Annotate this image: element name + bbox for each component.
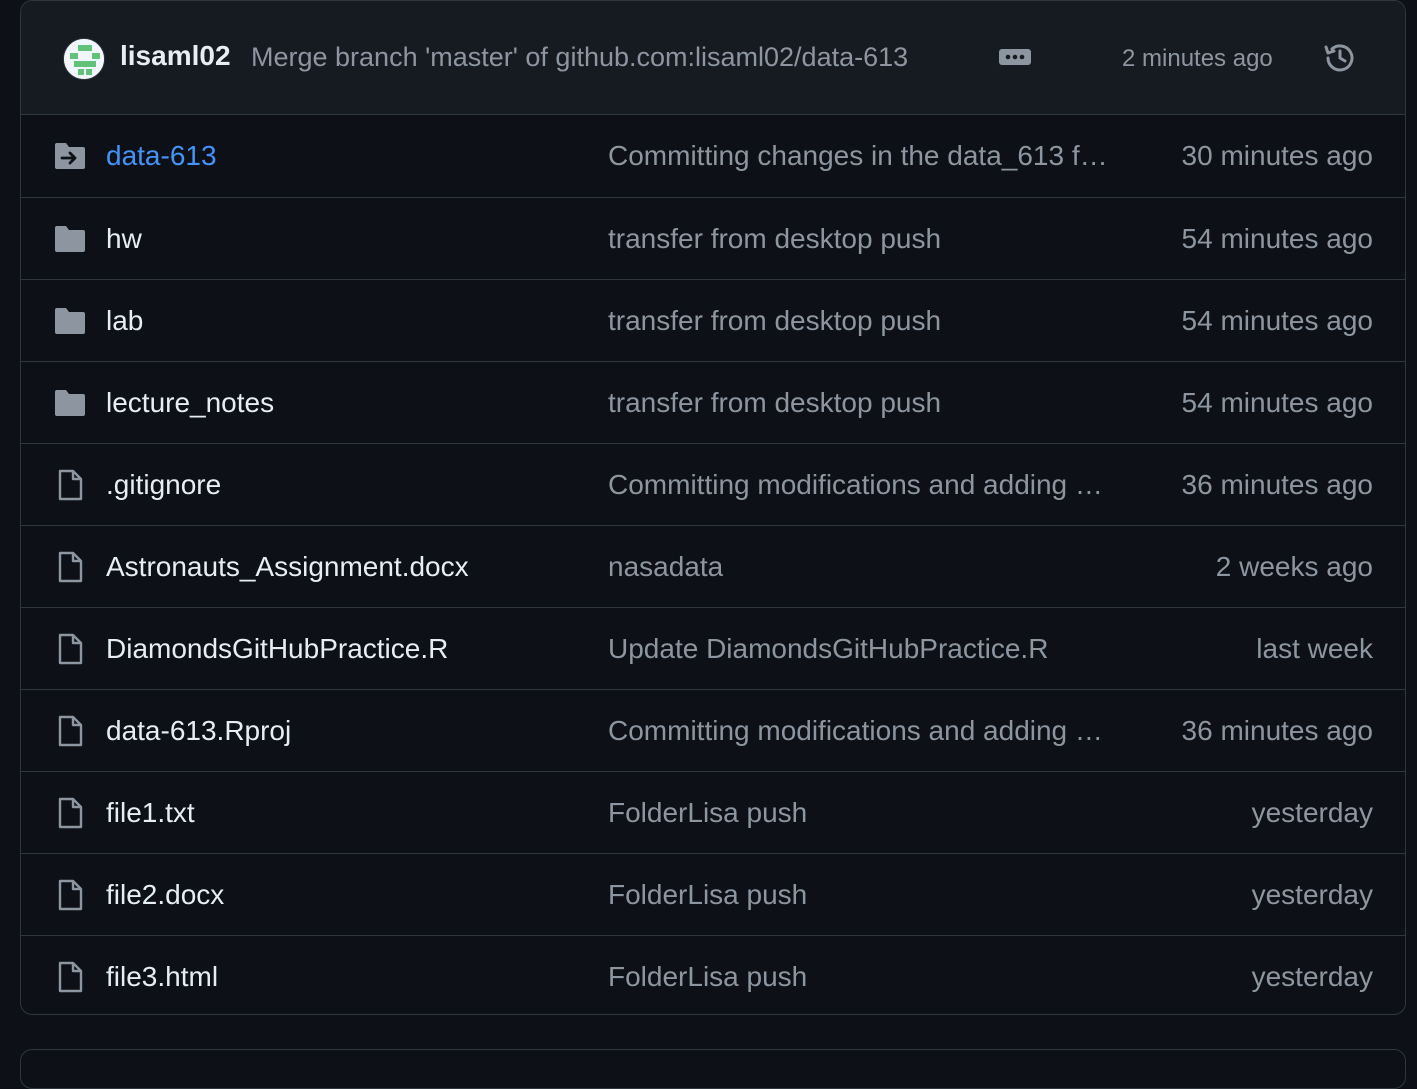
file-icon	[53, 632, 87, 666]
commit-message-link[interactable]: nasadata	[608, 551, 723, 583]
file-name-link[interactable]: file2.docx	[106, 879, 224, 911]
readme-box	[20, 1049, 1406, 1089]
file-row[interactable]: Astronauts_Assignment.docx nasadata 2 week…	[21, 525, 1405, 607]
commit-age: 54 minutes ago	[1181, 387, 1373, 418]
commit-age: 2 weeks ago	[1215, 551, 1373, 582]
file-icon	[53, 960, 87, 994]
file-name-link[interactable]: lecture_notes	[106, 387, 274, 419]
file-name-link[interactable]: DiamondsGitHubPractice.R	[106, 633, 448, 665]
file-row[interactable]: file3.html FolderLisa push yesterday	[21, 935, 1405, 1014]
commit-age: 36 minutes ago	[1181, 469, 1373, 500]
expand-commit-message-button[interactable]	[999, 49, 1031, 65]
commit-age: yesterday	[1251, 961, 1373, 992]
file-list: data-613 Committing changes in the data_6…	[21, 115, 1405, 1014]
commit-age: 54 minutes ago	[1181, 223, 1373, 254]
file-name-link[interactable]: file3.html	[106, 961, 218, 993]
file-icon	[53, 550, 87, 584]
commit-message[interactable]: Merge branch 'master' of github.com:lisa…	[251, 42, 908, 73]
file-row[interactable]: lecture_notes transfer from desktop push 5…	[21, 361, 1405, 443]
commit-message-link[interactable]: Committing changes in the data_613 f…	[608, 140, 1108, 172]
file-name-link[interactable]: Astronauts_Assignment.docx	[106, 551, 469, 583]
file-row[interactable]: file1.txt FolderLisa push yesterday	[21, 771, 1405, 853]
file-name-link[interactable]: data-613	[106, 140, 217, 172]
avatar[interactable]	[63, 38, 105, 80]
file-row[interactable]: lab transfer from desktop push 54 minutes …	[21, 279, 1405, 361]
commit-message-link[interactable]: Update DiamondsGitHubPractice.R	[608, 633, 1048, 665]
file-name-link[interactable]: .gitignore	[106, 469, 221, 501]
commit-message-link[interactable]: FolderLisa push	[608, 961, 807, 993]
commit-age: 54 minutes ago	[1181, 305, 1373, 336]
commit-message-link[interactable]: transfer from desktop push	[608, 387, 941, 419]
file-icon	[53, 468, 87, 502]
identicon-icon	[64, 39, 104, 79]
file-row[interactable]: data-613 Committing changes in the data_6…	[21, 115, 1405, 197]
file-row[interactable]: .gitignore Committing modifications and a…	[21, 443, 1405, 525]
file-name-link[interactable]: hw	[106, 223, 142, 255]
commit-message-link[interactable]: FolderLisa push	[608, 797, 807, 829]
commit-age: yesterday	[1251, 879, 1373, 910]
commit-time[interactable]: 2 minutes ago	[1122, 45, 1273, 73]
folder-icon	[53, 222, 87, 256]
file-icon	[53, 714, 87, 748]
submodule-folder-icon	[53, 139, 87, 173]
file-row[interactable]: data-613.Rproj Committing modifications a…	[21, 689, 1405, 771]
commit-age: 30 minutes ago	[1181, 140, 1373, 171]
history-icon[interactable]	[1321, 39, 1359, 77]
file-name-link[interactable]: file1.txt	[106, 797, 195, 829]
file-icon	[53, 796, 87, 830]
file-row[interactable]: file2.docx FolderLisa push yesterday	[21, 853, 1405, 935]
file-row[interactable]: DiamondsGitHubPractice.R Update DiamondsG…	[21, 607, 1405, 689]
commit-author[interactable]: lisaml02	[120, 40, 231, 72]
commit-message-link[interactable]: transfer from desktop push	[608, 223, 941, 255]
file-browser-box: lisaml02 Merge branch 'master' of github…	[20, 0, 1406, 1015]
file-icon	[53, 878, 87, 912]
file-name-link[interactable]: lab	[106, 305, 143, 337]
commit-age: last week	[1256, 633, 1373, 664]
ellipsis-icon	[1005, 54, 1025, 60]
commit-message-link[interactable]: transfer from desktop push	[608, 305, 941, 337]
folder-icon	[53, 386, 87, 420]
commit-message-link[interactable]: Committing modifications and adding …	[608, 469, 1103, 501]
commit-message-link[interactable]: Committing modifications and adding …	[608, 715, 1103, 747]
commit-message-link[interactable]: FolderLisa push	[608, 879, 807, 911]
latest-commit-header: lisaml02 Merge branch 'master' of github…	[21, 1, 1405, 115]
folder-icon	[53, 304, 87, 338]
file-name-link[interactable]: data-613.Rproj	[106, 715, 291, 747]
commit-age: 36 minutes ago	[1181, 715, 1373, 746]
file-row[interactable]: hw transfer from desktop push 54 minutes a…	[21, 197, 1405, 279]
commit-age: yesterday	[1251, 797, 1373, 828]
